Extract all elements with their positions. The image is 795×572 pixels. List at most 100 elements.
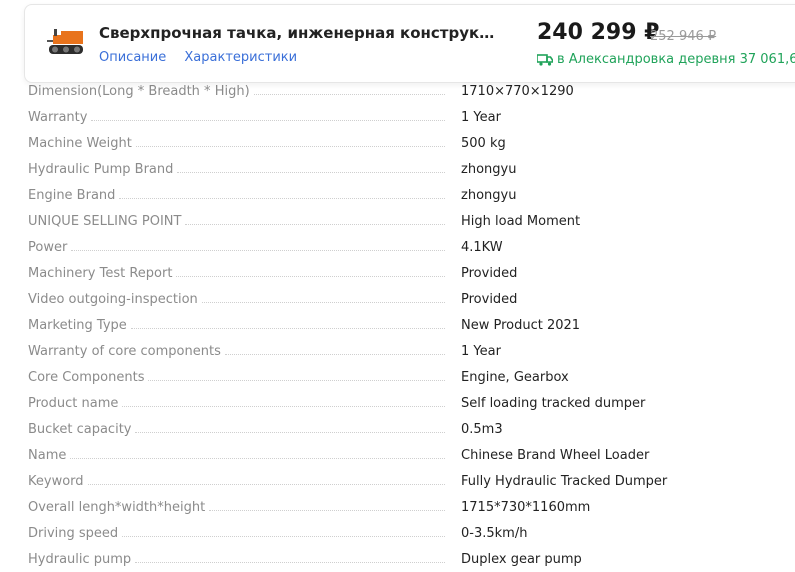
dotted-leader bbox=[87, 483, 445, 485]
spec-value: Self loading tracked dumper bbox=[461, 395, 646, 411]
spec-row: Warranty of core components 1 Year bbox=[28, 338, 795, 364]
dotted-leader bbox=[148, 379, 445, 381]
spec-row: Name Chinese Brand Wheel Loader bbox=[28, 442, 795, 468]
spec-key-label: Hydraulic Pump Brand bbox=[28, 161, 174, 177]
delivery-info[interactable]: в Александровка деревня 37 061,64 ₽ bbox=[537, 52, 795, 67]
spec-key-label: Marketing Type bbox=[28, 317, 127, 333]
sticky-product-header: Сверхпрочная тачка, инженерная конструкц… bbox=[24, 4, 795, 83]
product-title[interactable]: Сверхпрочная тачка, инженерная конструкц… bbox=[99, 24, 504, 42]
dotted-leader bbox=[209, 509, 445, 511]
spec-row: Core Components Engine, Gearbox bbox=[28, 364, 795, 390]
spec-key-label: Driving speed bbox=[28, 525, 119, 541]
spec-row: Hydraulic pump Duplex gear pump bbox=[28, 546, 795, 572]
spec-row: Power 4.1KW bbox=[28, 234, 795, 260]
spec-key: Core Components bbox=[28, 370, 453, 385]
spec-row: Hydraulic Pump Brand zhongyu bbox=[28, 156, 795, 182]
spec-key-label: Keyword bbox=[28, 473, 84, 489]
dotted-leader bbox=[135, 145, 445, 147]
spec-value: 4.1KW bbox=[461, 239, 503, 255]
dotted-leader bbox=[119, 197, 445, 199]
spec-key-label: Machine Weight bbox=[28, 135, 132, 151]
spec-value: Provided bbox=[461, 265, 518, 281]
spec-key-label: Engine Brand bbox=[28, 187, 116, 203]
dotted-leader bbox=[71, 249, 445, 251]
spec-row: Engine Brand zhongyu bbox=[28, 182, 795, 208]
spec-key-label: Machinery Test Report bbox=[28, 265, 173, 281]
spec-value: 1 Year bbox=[461, 109, 501, 125]
dotted-leader bbox=[122, 405, 445, 407]
spec-key: Machinery Test Report bbox=[28, 266, 453, 281]
spec-value: New Product 2021 bbox=[461, 317, 581, 333]
tab-characteristics[interactable]: Характеристики bbox=[184, 50, 297, 65]
spec-key: Marketing Type bbox=[28, 318, 453, 333]
spec-key: Name bbox=[28, 448, 453, 463]
spec-key-label: Name bbox=[28, 447, 67, 463]
spec-key: Machine Weight bbox=[28, 136, 453, 151]
tracked-dumper-icon bbox=[47, 29, 83, 54]
spec-key: Product name bbox=[28, 396, 453, 411]
product-thumbnail[interactable] bbox=[45, 25, 89, 61]
spec-row: UNIQUE SELLING POINT High load Moment bbox=[28, 208, 795, 234]
spec-key: Driving speed bbox=[28, 526, 453, 541]
spec-value: zhongyu bbox=[461, 161, 517, 177]
dotted-leader bbox=[135, 431, 445, 433]
spec-key: Video outgoing-inspection bbox=[28, 292, 453, 307]
spec-key-label: Warranty of core components bbox=[28, 343, 221, 359]
delivery-text: в Александровка деревня 37 061,64 ₽ bbox=[557, 52, 795, 67]
spec-key: Overall lengh*width*height bbox=[28, 500, 453, 515]
spec-key-label: Core Components bbox=[28, 369, 145, 385]
spec-key: Bucket capacity bbox=[28, 422, 453, 437]
spec-row: Machinery Test Report Provided bbox=[28, 260, 795, 286]
product-tabs: Описание Характеристики bbox=[99, 50, 311, 65]
spec-key: Warranty of core components bbox=[28, 344, 453, 359]
spec-value: zhongyu bbox=[461, 187, 517, 203]
spec-key: UNIQUE SELLING POINT bbox=[28, 214, 453, 229]
spec-row: Marketing Type New Product 2021 bbox=[28, 312, 795, 338]
spec-value: Provided bbox=[461, 291, 518, 307]
dotted-leader bbox=[122, 535, 445, 537]
spec-value: Engine, Gearbox bbox=[461, 369, 569, 385]
spec-value: 1 Year bbox=[461, 343, 501, 359]
spec-key: Hydraulic pump bbox=[28, 552, 453, 567]
dotted-leader bbox=[224, 353, 445, 355]
spec-key: Hydraulic Pump Brand bbox=[28, 162, 453, 177]
spec-key-label: Power bbox=[28, 239, 68, 255]
spec-value: 0.5m3 bbox=[461, 421, 503, 437]
spec-value: 1715*730*1160mm bbox=[461, 499, 591, 515]
dotted-leader bbox=[253, 93, 445, 95]
dotted-leader bbox=[201, 301, 445, 303]
spec-key: Engine Brand bbox=[28, 188, 453, 203]
spec-key-label: Video outgoing-inspection bbox=[28, 291, 198, 307]
spec-key-label: Dimension(Long * Breadth * High) bbox=[28, 83, 250, 99]
spec-key: Warranty bbox=[28, 110, 453, 125]
spec-value: Chinese Brand Wheel Loader bbox=[461, 447, 650, 463]
dotted-leader bbox=[185, 223, 445, 225]
spec-key-label: Bucket capacity bbox=[28, 421, 132, 437]
spec-value: 500 kg bbox=[461, 135, 506, 151]
spec-value: 0-3.5km/h bbox=[461, 525, 528, 541]
spec-key-label: Hydraulic pump bbox=[28, 551, 132, 567]
dotted-leader bbox=[70, 457, 445, 459]
spec-row: Overall lengh*width*height 1715*730*1160m… bbox=[28, 494, 795, 520]
spec-key: Dimension(Long * Breadth * High) bbox=[28, 84, 453, 99]
dotted-leader bbox=[176, 275, 445, 277]
spec-key-label: Warranty bbox=[28, 109, 88, 125]
spec-value: Duplex gear pump bbox=[461, 551, 582, 567]
spec-value: Fully Hydraulic Tracked Dumper bbox=[461, 473, 668, 489]
spec-key: Keyword bbox=[28, 474, 453, 489]
tab-description[interactable]: Описание bbox=[99, 50, 166, 65]
current-price: 240 299 ₽ bbox=[537, 20, 660, 45]
spec-key-label: Product name bbox=[28, 395, 119, 411]
dotted-leader bbox=[135, 561, 445, 563]
dotted-leader bbox=[91, 119, 445, 121]
spec-row: Machine Weight 500 kg bbox=[28, 130, 795, 156]
old-price: 252 946 ₽ bbox=[650, 29, 717, 44]
spec-row: Product name Self loading tracked dumper bbox=[28, 390, 795, 416]
truck-icon bbox=[537, 53, 553, 66]
spec-row: Driving speed 0-3.5km/h bbox=[28, 520, 795, 546]
spec-key: Power bbox=[28, 240, 453, 255]
dotted-leader bbox=[130, 327, 445, 329]
spec-value: High load Moment bbox=[461, 213, 581, 229]
dotted-leader bbox=[177, 171, 445, 173]
spec-row: Keyword Fully Hydraulic Tracked Dumper bbox=[28, 468, 795, 494]
